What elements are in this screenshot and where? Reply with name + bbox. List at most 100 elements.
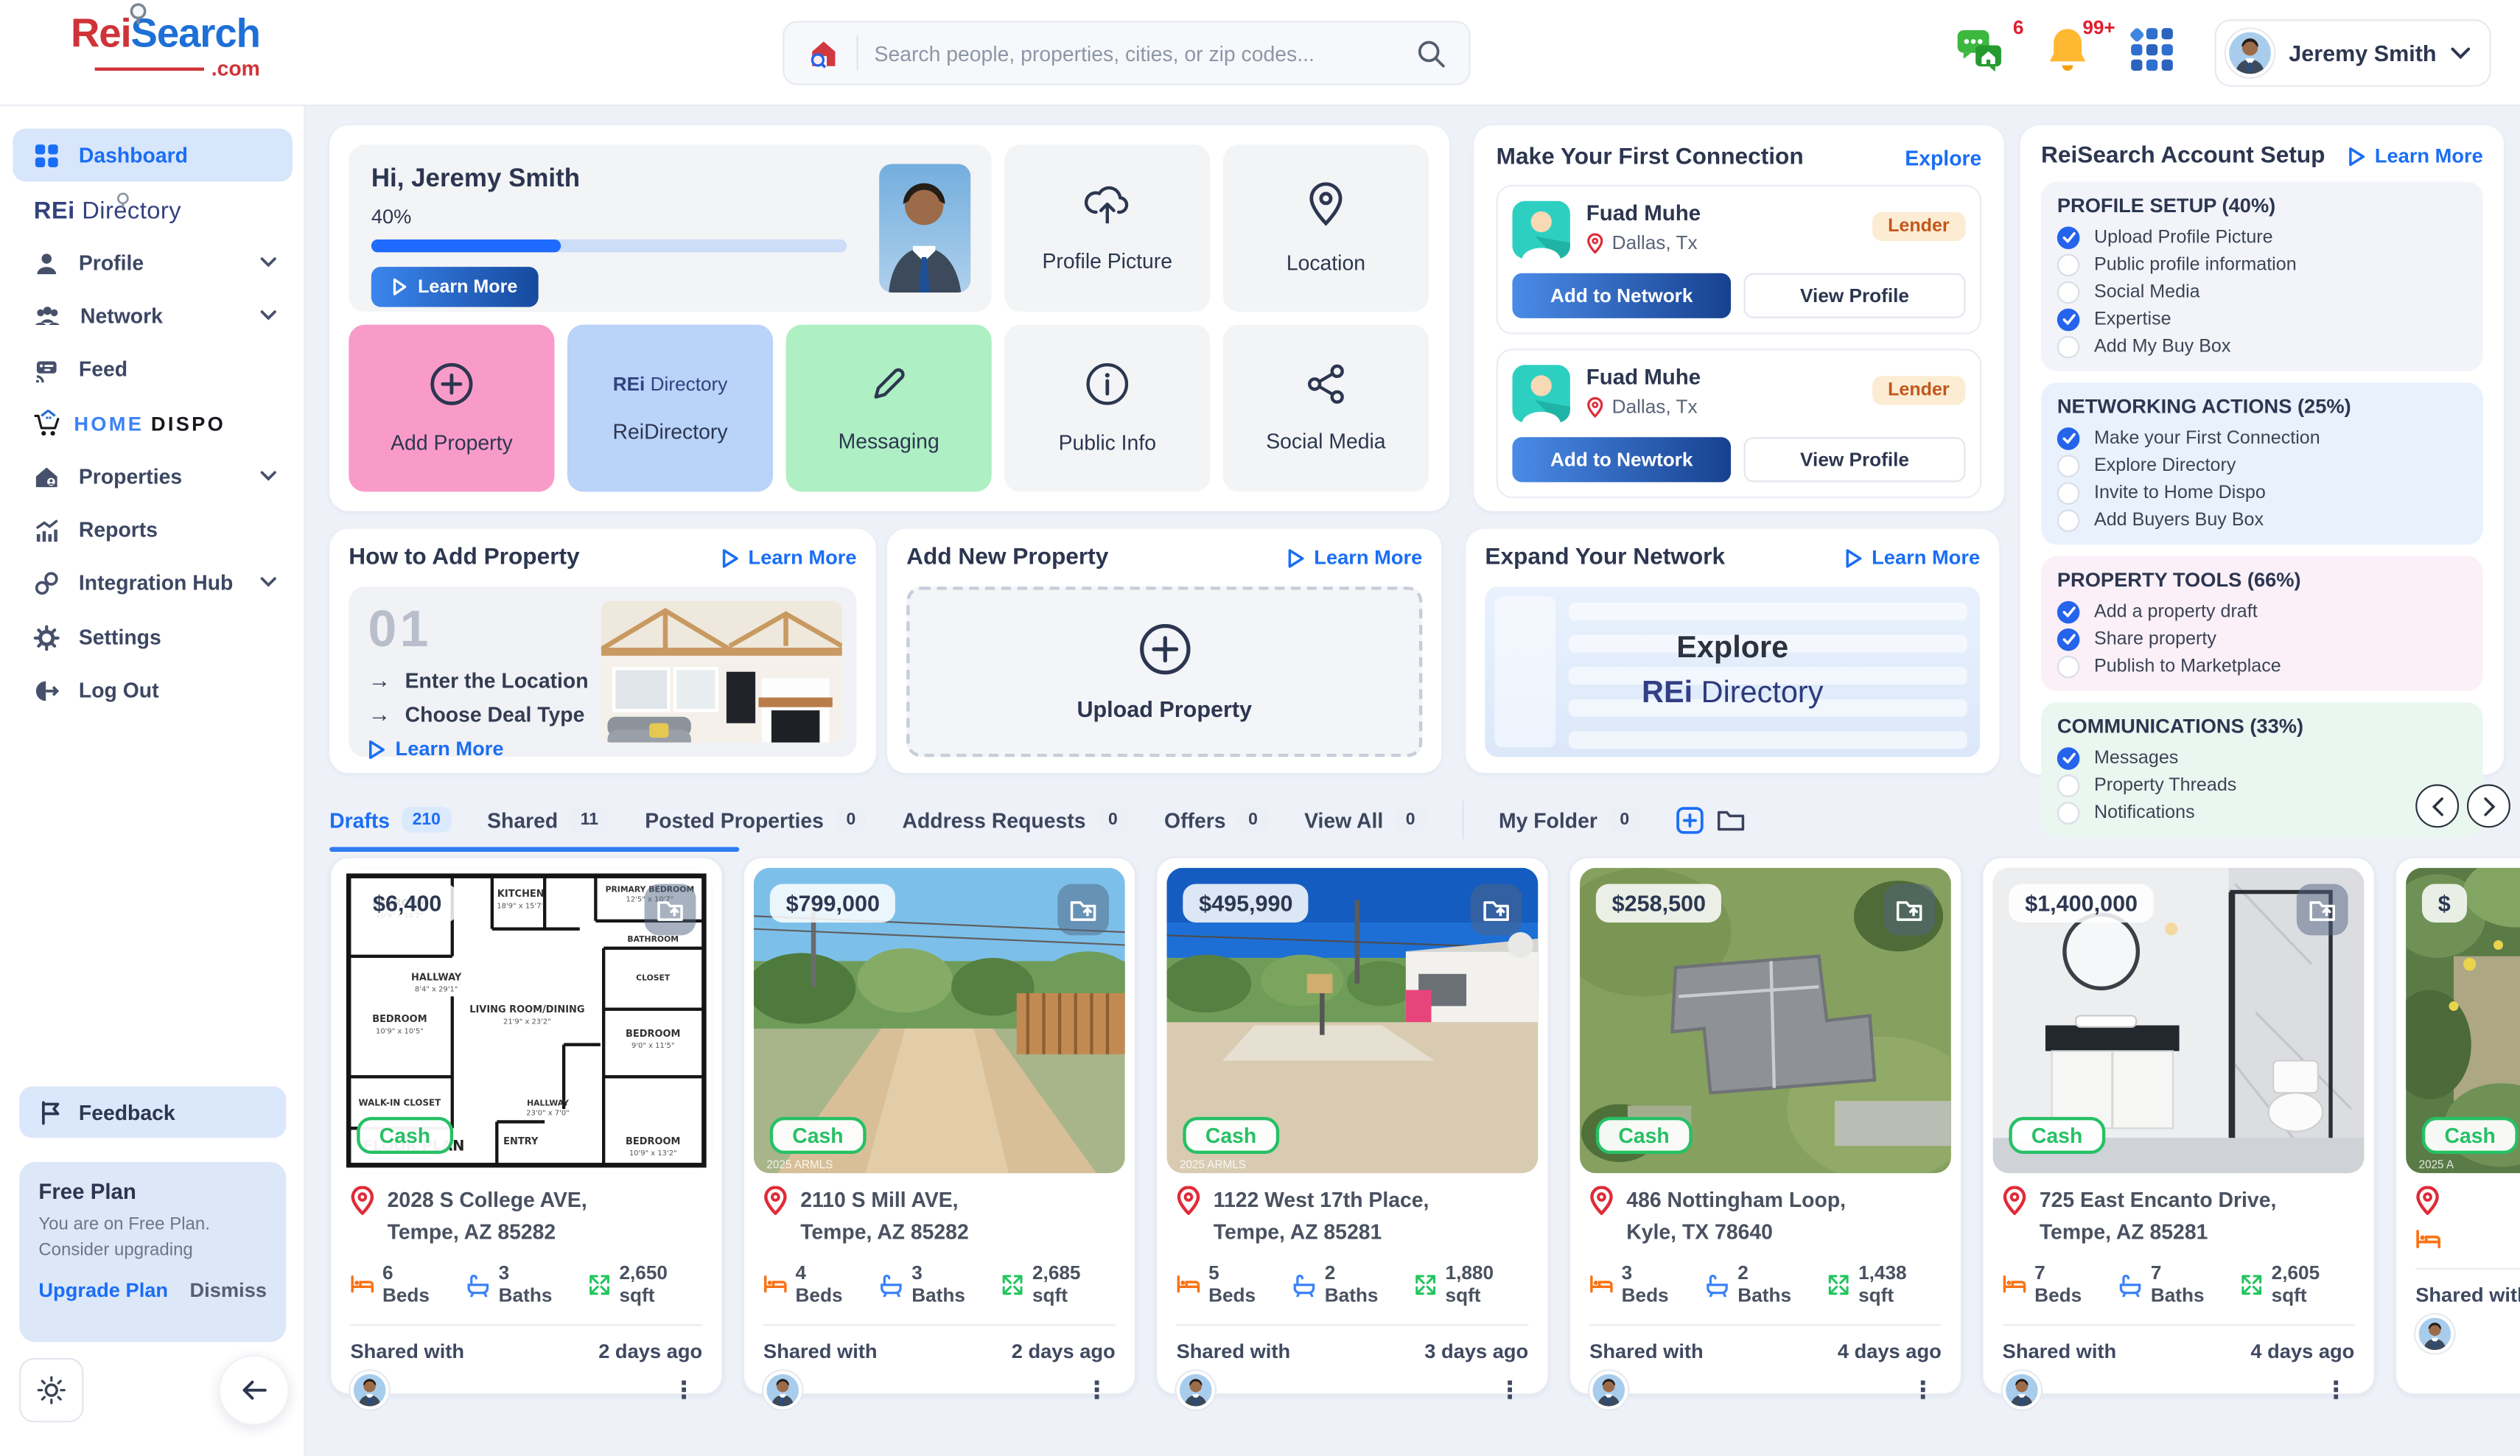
sidebar-item-logout[interactable]: Log Out [13, 664, 293, 717]
sidebar-item-home-dispo[interactable]: HOME DISPO [13, 397, 293, 450]
shared-avatar[interactable] [763, 1371, 802, 1409]
add-to-network-button[interactable]: Add to Network [1512, 273, 1731, 318]
upload-property-dropzone[interactable]: Upload Property [906, 587, 1422, 757]
share-property-icon[interactable] [1057, 884, 1109, 936]
sidebar-item-rei-directory[interactable]: REi Directory [13, 185, 293, 238]
add-to-network-button[interactable]: Add to Newtork [1512, 437, 1731, 482]
shared-avatar[interactable] [2003, 1371, 2041, 1409]
tab-my-folder[interactable]: My Folder0 [1499, 807, 1640, 833]
setup-checklist-item[interactable]: Expertise [2057, 305, 2467, 332]
collapse-sidebar-button[interactable] [219, 1355, 290, 1426]
tile-public-info[interactable]: Public Info [1004, 325, 1210, 492]
view-profile-button[interactable]: View Profile [1744, 437, 1966, 482]
setup-checklist-item[interactable]: Public profile information [2057, 251, 2467, 278]
apps-grid-button[interactable] [2128, 25, 2176, 81]
search-icon[interactable] [1416, 38, 1446, 68]
tile-profile-picture[interactable]: Profile Picture [1004, 144, 1210, 312]
sidebar-item-settings[interactable]: Settings [13, 611, 293, 664]
share-property-icon[interactable] [1883, 884, 1935, 936]
card-menu-icon[interactable]: ⋮ [1491, 1376, 1528, 1404]
tab-offers[interactable]: Offers0 [1164, 807, 1269, 833]
setup-checklist-item[interactable]: Upload Profile Picture [2057, 223, 2467, 251]
feedback-button[interactable]: Feedback [19, 1086, 286, 1138]
property-card[interactable]: $799,000 Cash 2025 ARMLS 2110 S Mill AVE… [743, 857, 1136, 1396]
sidebar-item-reports[interactable]: Reports [13, 503, 293, 556]
property-card[interactable]: $1,400,000 Cash 725 East Encanto Drive,T… [1981, 857, 2375, 1396]
tab-shared[interactable]: Shared11 [487, 807, 609, 833]
user-menu[interactable]: Jeremy Smith [2215, 19, 2491, 87]
search-input[interactable] [875, 41, 1400, 66]
sidebar-item-integration-hub[interactable]: Integration Hub [13, 556, 293, 609]
setup-checklist-item[interactable]: Social Media [2057, 278, 2467, 305]
sidebar-item-properties[interactable]: Properties [13, 450, 293, 503]
tile-label: ReiDirectory [613, 419, 728, 444]
tile-messaging[interactable]: Messaging [786, 325, 992, 492]
sidebar-item-profile[interactable]: Profile [13, 237, 293, 290]
card-menu-icon[interactable]: ⋮ [1905, 1376, 1942, 1404]
tab-drafts[interactable]: Drafts210 [329, 807, 452, 833]
scroll-left-button[interactable] [2415, 784, 2459, 827]
explore-directory-preview[interactable]: Explore REi Directory [1485, 587, 1980, 757]
dashboard-icon [34, 142, 60, 168]
shared-avatar[interactable] [1177, 1371, 1215, 1409]
messages-button[interactable]: 6 [1956, 25, 2008, 81]
setup-checklist-item[interactable]: Add Buyers Buy Box [2057, 506, 2467, 533]
notifications-button[interactable]: 99+ [2046, 25, 2090, 81]
sidebar-item-network[interactable]: Network [13, 290, 293, 343]
view-profile-button[interactable]: View Profile [1744, 273, 1966, 318]
property-card[interactable]: $258,500 Cash 486 Nottingham Loop,Kyle, … [1569, 857, 1962, 1396]
expand-learn-more-link[interactable]: Learn More [1844, 547, 1980, 570]
card-menu-icon[interactable]: ⋮ [665, 1376, 702, 1404]
share-property-icon[interactable] [645, 884, 696, 936]
dismiss-link[interactable]: Dismiss [189, 1279, 267, 1302]
tab-posted-properties[interactable]: Posted Properties0 [645, 807, 867, 833]
tile-location[interactable]: Location [1223, 144, 1429, 312]
tab-view-all[interactable]: View All0 [1304, 807, 1427, 833]
global-search[interactable] [783, 21, 1471, 85]
tile-social-media[interactable]: Social Media [1223, 325, 1429, 492]
tab-count-badge: 0 [1395, 807, 1427, 833]
shared-avatar[interactable] [350, 1371, 388, 1409]
svg-text:21'9" x 23'2": 21'9" x 23'2" [503, 1018, 551, 1026]
scroll-right-button[interactable] [2467, 784, 2510, 827]
shared-with-label: Shared with [763, 1340, 878, 1363]
pin-icon [2003, 1186, 2027, 1215]
explore-link[interactable]: Explore [1905, 145, 1981, 169]
shared-avatar[interactable] [2415, 1315, 2454, 1353]
setup-checklist-item[interactable]: Publish to Marketplace [2057, 653, 2467, 680]
setup-checklist-item[interactable]: Share property [2057, 625, 2467, 652]
theme-toggle-button[interactable] [19, 1358, 83, 1422]
tile-add-property[interactable]: Add Property [349, 325, 554, 492]
reisearch-logo[interactable]: ReiSearch .com [71, 15, 260, 79]
setup-checklist-item[interactable]: Notifications [2057, 799, 2467, 826]
free-plan-title: Free Plan [38, 1180, 267, 1204]
setup-checklist-item[interactable]: Messages [2057, 744, 2467, 771]
setup-checklist-item[interactable]: Property Threads [2057, 771, 2467, 799]
setup-checklist-item[interactable]: Add My Buy Box [2057, 332, 2467, 360]
setup-checklist-item[interactable]: Make your First Connection [2057, 424, 2467, 452]
property-card[interactable]: KITCHENPRIMARY BEDROOMBEDROOMHALLWAYBEDR… [329, 857, 723, 1396]
addnew-learn-more-link[interactable]: Learn More [1287, 547, 1422, 570]
sidebar-item-feed[interactable]: Feed [13, 343, 293, 396]
add-folder-icon[interactable] [1676, 806, 1703, 833]
property-card[interactable]: $495,990 Cash 2025 ARMLS 1122 West 17th … [1155, 857, 1549, 1396]
tile-rei-directory[interactable]: REi Directory ReiDirectory [567, 325, 773, 492]
share-property-icon[interactable] [1471, 884, 1522, 936]
sidebar-item-dashboard[interactable]: Dashboard [13, 128, 293, 181]
share-property-icon[interactable] [2297, 884, 2348, 936]
setup-checklist-item[interactable]: Explore Directory [2057, 452, 2467, 479]
pin-icon [1589, 1186, 1614, 1215]
baths-value: 2 Baths [1737, 1261, 1802, 1306]
greeting-learn-more-button[interactable]: Learn More [371, 267, 539, 307]
card-menu-icon[interactable]: ⋮ [2317, 1376, 2354, 1404]
card-menu-icon[interactable]: ⋮ [1079, 1376, 1116, 1404]
setup-checklist-item[interactable]: Add a property draft [2057, 598, 2467, 625]
property-card-partial[interactable]: $ Cash 2025 A Shared with [2395, 857, 2520, 1396]
howto-learn-more-link[interactable]: Learn More [721, 547, 856, 570]
setup-checklist-item[interactable]: Invite to Home Dispo [2057, 479, 2467, 506]
tab-address-requests[interactable]: Address Requests0 [902, 807, 1129, 833]
upgrade-plan-link[interactable]: Upgrade Plan [38, 1279, 168, 1302]
shared-avatar[interactable] [1589, 1371, 1628, 1409]
setup-learn-more-link[interactable]: Learn More [2348, 144, 2483, 167]
folder-icon[interactable] [1716, 807, 1745, 833]
